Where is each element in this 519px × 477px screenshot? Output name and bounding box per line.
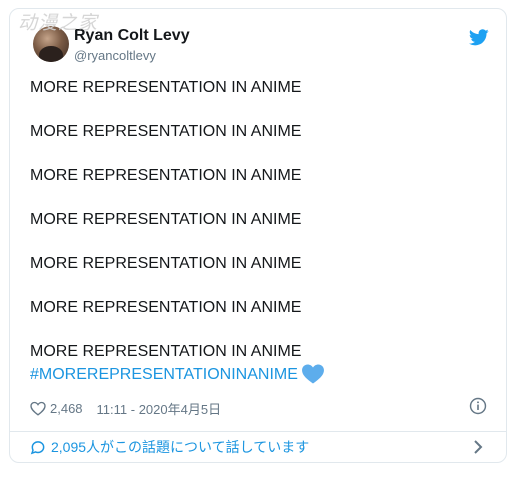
tweet-meta: 2,468 11:11 - 2020年4月5日	[30, 399, 221, 418]
tweet-line: MORE REPRESENTATION IN ANIME	[30, 79, 302, 96]
tweet-line: MORE REPRESENTATION IN ANIME	[30, 123, 302, 140]
like-count[interactable]: 2,468	[50, 401, 83, 416]
tweet-line: MORE REPRESENTATION IN ANIME	[30, 211, 302, 228]
info-icon[interactable]	[469, 397, 487, 415]
tweet-line: MORE REPRESENTATION IN ANIME	[30, 299, 302, 316]
conversation-link[interactable]: 2,095人がこの話題について話しています	[30, 437, 309, 457]
author-handle[interactable]: @ryancoltlevy	[74, 48, 156, 63]
tweet-line: MORE REPRESENTATION IN ANIME	[30, 343, 302, 360]
twitter-bird-icon[interactable]	[469, 29, 489, 46]
timestamp[interactable]: 11:11 - 2020年4月5日	[97, 399, 222, 418]
speech-bubble-icon	[30, 440, 45, 454]
blue-heart-emoji	[302, 364, 324, 384]
conversation-text[interactable]: 2,095人がこの話題について話しています	[51, 437, 309, 457]
heart-outline-icon[interactable]	[30, 401, 46, 416]
embedded-tweet-card[interactable]: Ryan Colt Levy @ryancoltlevy MORE REPRES…	[9, 8, 507, 463]
tweet-line: MORE REPRESENTATION IN ANIME	[30, 255, 302, 272]
chevron-right-icon[interactable]	[472, 439, 484, 455]
tweet-line: MORE REPRESENTATION IN ANIME	[30, 167, 302, 184]
divider	[10, 431, 506, 432]
hashtag-link[interactable]: #MOREREPRESENTATIONINANIME	[30, 366, 298, 384]
watermark: 动漫之家	[18, 12, 99, 34]
